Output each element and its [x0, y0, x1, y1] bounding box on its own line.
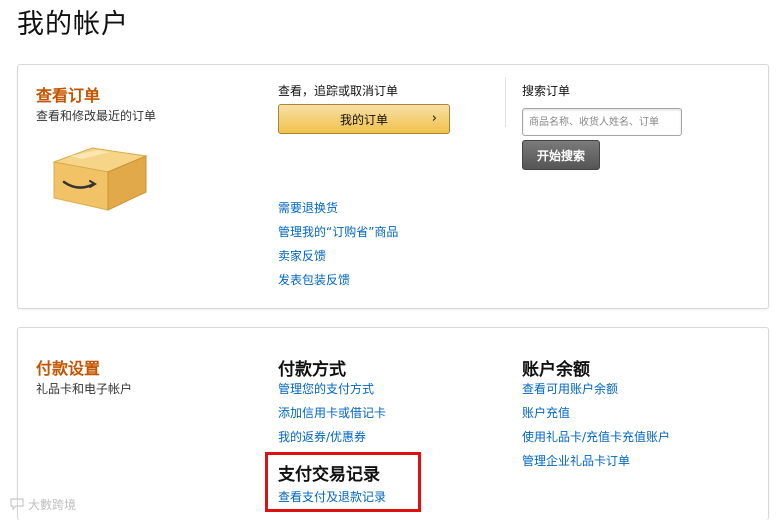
watermark-text: 大數跨境 — [28, 498, 77, 512]
orders-card: 查看订单 查看和修改最近的订单 查看，追踪或取消订单 我的订单 › 需要退换货 … — [17, 64, 769, 309]
business-gift-card-link[interactable]: 管理企业礼品卡订单 — [522, 452, 630, 469]
search-orders-label: 搜索订单 — [522, 84, 571, 98]
packaging-feedback-link[interactable]: 发表包装反馈 — [278, 271, 350, 288]
chevron-right-icon: › — [431, 111, 437, 126]
payments-subtitle: 礼品卡和电子帐户 — [36, 382, 133, 396]
orders-heading[interactable]: 查看订单 — [36, 82, 100, 106]
view-balance-link[interactable]: 查看可用账户余额 — [522, 380, 618, 397]
search-orders-button[interactable]: 开始搜索 — [522, 140, 600, 170]
manage-payment-link[interactable]: 管理您的支付方式 — [278, 380, 374, 397]
subscribe-save-link[interactable]: 管理我的“订购省”商品 — [278, 223, 398, 240]
payments-heading[interactable]: 付款设置 — [36, 355, 100, 379]
payment-methods-title: 付款方式 — [278, 360, 346, 380]
gift-card-recharge-link[interactable]: 使用礼品卡/充值卡充值账户 — [522, 428, 670, 445]
add-card-link[interactable]: 添加信用卡或借记卡 — [278, 404, 386, 421]
orders-subtitle: 查看和修改最近的订单 — [36, 109, 157, 123]
orders-action-label: 查看，追踪或取消订单 — [278, 84, 399, 98]
my-orders-button-label: 我的订单 — [339, 112, 388, 127]
my-orders-button[interactable]: 我的订单 › — [278, 104, 450, 134]
coupons-link[interactable]: 我的返券/优惠券 — [278, 428, 366, 445]
chat-bubble-icon — [10, 498, 24, 510]
column-divider — [505, 77, 506, 127]
recharge-link[interactable]: 账户充值 — [522, 404, 570, 421]
watermark: 大數跨境 — [10, 496, 76, 513]
package-box-icon — [52, 147, 148, 211]
page-title: 我的帐户 — [17, 9, 129, 40]
highlight-annotation — [265, 452, 421, 512]
seller-feedback-link[interactable]: 卖家反馈 — [278, 247, 326, 264]
search-orders-input[interactable] — [522, 108, 682, 136]
balance-title: 账户余额 — [522, 360, 590, 380]
return-link[interactable]: 需要退换货 — [278, 199, 338, 216]
